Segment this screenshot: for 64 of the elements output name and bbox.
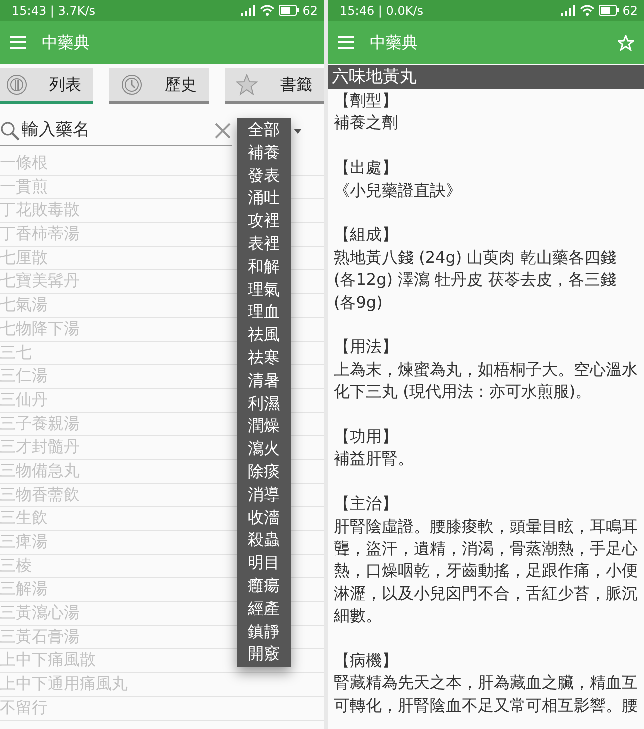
signal-icon	[240, 5, 256, 16]
dropdown-option[interactable]: 祛風	[237, 324, 291, 347]
star-icon	[236, 74, 258, 96]
dropdown-option[interactable]: 理氣	[237, 278, 291, 302]
dropdown-option[interactable]: 表裡	[237, 232, 291, 256]
search-field[interactable]: 輸入藥名	[20, 118, 200, 144]
dropdown-option[interactable]: 瀉火	[237, 438, 291, 461]
section-heading: 【劑型】	[334, 90, 399, 112]
dropdown-option[interactable]: 利濕	[237, 392, 291, 416]
section-heading: 【病機】	[334, 650, 399, 672]
status-time: 15:43 | 3.7K/s	[12, 2, 96, 20]
section-text: 《小兒藥證直訣》	[334, 180, 463, 202]
entry-title: 六味地黃丸	[328, 65, 644, 89]
wifi-icon	[260, 5, 275, 16]
section-heading: 【功用】	[334, 426, 399, 448]
section-text: 補益肝腎。	[334, 448, 415, 470]
section-text: 腎藏精為先天之本，肝為藏血之臟，精血互可轉化，肝腎陰血不足又常可相互影響。腰	[334, 672, 638, 717]
dropdown-option[interactable]: 殺蟲	[237, 529, 291, 552]
menu-icon[interactable]	[10, 36, 26, 49]
wifi-icon	[580, 5, 595, 16]
dropdown-option[interactable]: 消導	[237, 484, 291, 507]
dropdown-option[interactable]: 補養	[237, 142, 291, 165]
signal-icon	[560, 5, 576, 16]
dropdown-option[interactable]: 經產	[237, 598, 291, 621]
dropdown-option[interactable]: 發表	[237, 164, 291, 188]
battery-level: 62	[302, 2, 318, 20]
dropdown-option[interactable]: 和解	[237, 256, 291, 279]
app-title: 中藥典	[42, 32, 91, 54]
dropdown-option[interactable]: 開竅	[237, 643, 291, 666]
dropdown-option[interactable]: 潤燥	[237, 415, 291, 438]
dropdown-option[interactable]: 全部	[237, 119, 291, 142]
section-heading: 【出處】	[334, 157, 399, 180]
section-heading: 【用法】	[334, 336, 399, 358]
dropdown-option[interactable]: 癰瘍	[237, 574, 291, 598]
battery-icon	[278, 5, 299, 16]
app-title: 中藥典	[370, 32, 419, 54]
section-heading: 【主治】	[334, 493, 399, 516]
tab[interactable]: 歷史	[109, 68, 209, 104]
caret-icon[interactable]	[294, 128, 302, 134]
dropdown-option[interactable]: 明目	[237, 552, 291, 575]
section-text: 補養之劑	[334, 112, 399, 134]
battery-icon	[598, 5, 619, 16]
menu-icon[interactable]	[338, 36, 354, 49]
tab[interactable]: 書籤	[224, 68, 324, 104]
section-heading: 【組成】	[334, 224, 399, 246]
dropdown-option[interactable]: 理血	[237, 301, 291, 324]
dropdown-option[interactable]: 鎮靜	[237, 620, 291, 644]
dropdown-option[interactable]: 祛寒	[237, 346, 291, 370]
section-text: 熟地黃八錢 (24g) 山萸肉 乾山藥各四錢 (各12g) 澤瀉 牡丹皮 茯苓去皮，各三錢 (各9g)	[334, 246, 618, 314]
section-text: 肝腎陰虛證。腰膝痠軟，頭暈目眩，耳鳴耳聾，盜汗，遺精，消渴，骨蒸潮熱，手足心熱，口燥咽乾，牙齒動搖，足跟作痛，小便淋瀝，以及小兒囟門不合，舌紅少苔，脈沉細數。	[334, 516, 638, 628]
list-icon	[6, 74, 28, 96]
clear-icon[interactable]	[214, 122, 232, 140]
status-time: 15:46 | 0.0K/s	[340, 2, 424, 20]
battery-level: 62	[622, 2, 638, 20]
clock-icon	[120, 74, 143, 96]
star-icon[interactable]	[618, 34, 634, 50]
section-text: 上為末，煉蜜為丸，如梧桐子大。空心溫水化下三丸 (現代用法：亦可水煎服)。	[334, 358, 638, 404]
tab[interactable]: 列表	[0, 68, 94, 104]
dropdown-option[interactable]: 攻裡	[237, 210, 291, 233]
search-icon	[0, 120, 20, 140]
dropdown-option[interactable]: 除痰	[237, 460, 291, 484]
dropdown-option[interactable]: 涌吐	[237, 187, 291, 210]
dropdown-option[interactable]: 清暑	[237, 370, 291, 393]
dropdown-option[interactable]: 收濇	[237, 506, 291, 530]
